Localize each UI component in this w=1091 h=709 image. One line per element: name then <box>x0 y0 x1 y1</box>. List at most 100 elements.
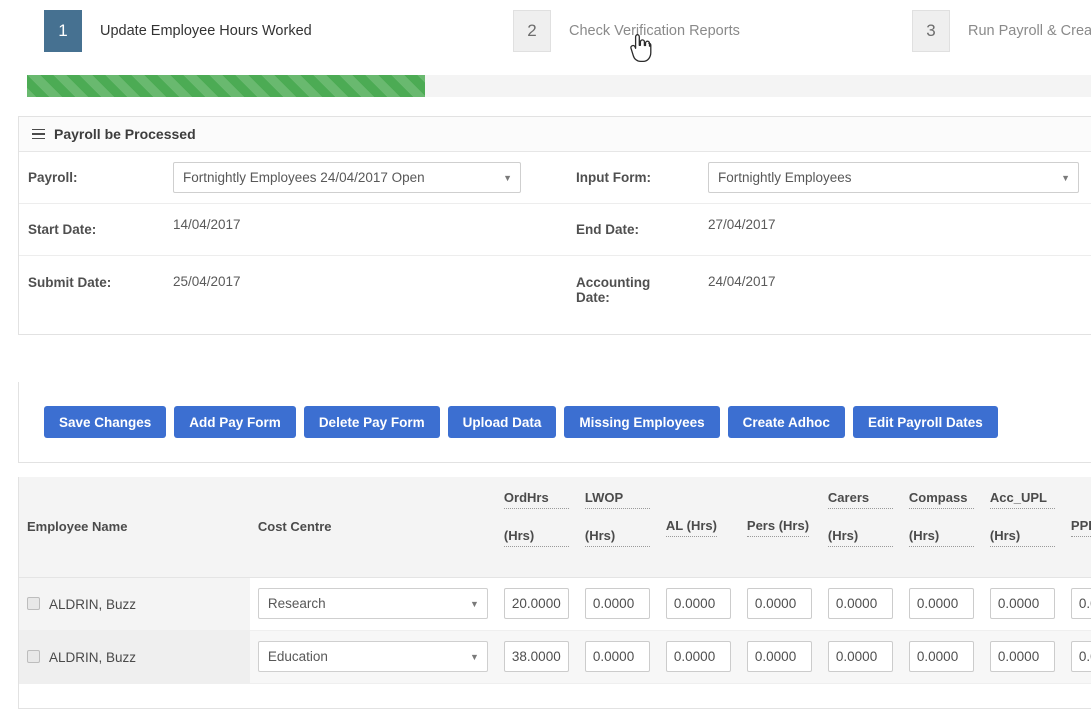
wizard-step-1-label[interactable]: Update Employee Hours Worked <box>100 23 312 39</box>
column-header-pers-label: Pers (Hrs) <box>746 517 810 537</box>
column-header-ordhrs: OrdHrs (Hrs) <box>495 477 577 578</box>
wizard-step-1-number: 1 <box>44 10 82 52</box>
al-input[interactable] <box>665 641 731 672</box>
page-title: Payroll be Processed <box>54 126 196 142</box>
al-cell <box>657 577 739 631</box>
employee-hours-table: Employee Name Cost Centre OrdHrs (Hrs) L… <box>19 477 1091 684</box>
ppl-input[interactable] <box>1070 641 1091 672</box>
acc-upl-input[interactable] <box>989 588 1055 619</box>
column-header-lwop-label: LWOP <box>584 489 650 509</box>
ppl-cell <box>1062 577 1091 631</box>
payroll-select[interactable]: Fortnightly Employees 24/04/2017 Open ▼ <box>173 162 521 193</box>
column-header-al-label: AL (Hrs) <box>665 517 717 537</box>
start-date-label: Start Date: <box>28 222 97 237</box>
al-input[interactable] <box>665 588 731 619</box>
cost-centre-select-value: Research <box>267 596 326 611</box>
delete-pay-form-button[interactable]: Delete Pay Form <box>303 406 440 438</box>
column-header-acc-upl: Acc_UPL (Hrs) <box>981 477 1063 578</box>
cost-centre-select[interactable]: Education ▼ <box>257 641 488 672</box>
missing-employees-button[interactable]: Missing Employees <box>564 406 720 438</box>
acc-upl-cell <box>981 630 1063 684</box>
column-header-ordhrs-label: OrdHrs <box>503 489 569 509</box>
wizard-step-2-number: 2 <box>513 10 551 52</box>
wizard-step-3[interactable]: 3 Run Payroll & Create <box>912 10 1091 52</box>
lwop-input[interactable] <box>584 588 650 619</box>
carers-input[interactable] <box>827 641 893 672</box>
pers-input[interactable] <box>746 641 812 672</box>
column-header-compass: Compass (Hrs) <box>900 477 982 578</box>
column-header-al: AL (Hrs) <box>657 477 739 578</box>
wizard-step-2[interactable]: 2 Check Verification Reports <box>513 10 740 52</box>
cost-centre-select-value: Education <box>267 649 328 664</box>
hamburger-icon <box>32 128 45 140</box>
chevron-down-icon: ▼ <box>469 598 479 609</box>
column-header-acc-upl-unit: (Hrs) <box>989 527 1055 547</box>
lwop-input[interactable] <box>584 641 650 672</box>
accounting-date-value: 24/04/2017 <box>708 274 776 289</box>
save-changes-button[interactable]: Save Changes <box>44 406 167 438</box>
carers-cell <box>819 577 901 631</box>
lwop-cell <box>576 630 658 684</box>
form-row-dates-2: Submit Date: 25/04/2017 Accounting Date:… <box>19 256 1091 334</box>
column-header-lwop-unit: (Hrs) <box>584 527 650 547</box>
carers-cell <box>819 630 901 684</box>
table-header: Employee Name Cost Centre OrdHrs (Hrs) L… <box>19 477 1091 578</box>
compass-input[interactable] <box>908 588 974 619</box>
wizard-steps: 1 Update Employee Hours Worked 2 Check V… <box>0 0 1091 62</box>
employee-name-cell: ALDRIN, Buzz <box>19 630 250 684</box>
pers-input[interactable] <box>746 588 812 619</box>
compass-cell <box>900 630 982 684</box>
input-form-select[interactable]: Fortnightly Employees ▼ <box>708 162 1079 193</box>
wizard-step-2-label[interactable]: Check Verification Reports <box>569 23 740 39</box>
compass-input[interactable] <box>908 641 974 672</box>
acc-upl-input[interactable] <box>989 641 1055 672</box>
cost-centre-cell: Education ▼ <box>249 630 496 684</box>
submit-date-label-cell: Submit Date: <box>19 256 164 334</box>
row-select-checkbox[interactable] <box>27 650 40 664</box>
wizard-step-1[interactable]: 1 Update Employee Hours Worked <box>44 10 312 52</box>
column-header-cost-centre-label: Cost Centre <box>257 519 332 535</box>
action-toolbar: Save Changes Add Pay Form Delete Pay For… <box>18 382 1091 463</box>
acc-upl-cell <box>981 577 1063 631</box>
ordhrs-input[interactable] <box>503 641 569 672</box>
ordhrs-cell <box>495 630 577 684</box>
start-date-value: 14/04/2017 <box>173 217 241 232</box>
end-date-value-cell: 27/04/2017 <box>699 204 1079 255</box>
end-date-label: End Date: <box>576 222 640 237</box>
start-date-value-cell: 14/04/2017 <box>164 204 554 255</box>
carers-input[interactable] <box>827 588 893 619</box>
column-header-compass-label: Compass <box>908 489 974 509</box>
payroll-label: Payroll: <box>28 170 78 185</box>
chevron-down-icon: ▼ <box>503 172 512 183</box>
ppl-cell <box>1062 630 1091 684</box>
progress-bar-fill <box>27 75 425 97</box>
submit-date-value-cell: 25/04/2017 <box>164 256 554 334</box>
input-form-select-cell: Fortnightly Employees ▼ <box>699 152 1079 203</box>
accounting-date-label-cell: Accounting Date: <box>554 256 654 334</box>
create-adhoc-button[interactable]: Create Adhoc <box>727 406 845 438</box>
payroll-panel-header: Payroll be Processed <box>19 117 1091 152</box>
wizard-step-3-label[interactable]: Run Payroll & Create <box>968 23 1091 39</box>
upload-data-button[interactable]: Upload Data <box>447 406 557 438</box>
start-date-label-cell: Start Date: <box>19 204 164 255</box>
pers-cell <box>738 577 820 631</box>
payroll-panel-body: Payroll: Fortnightly Employees 24/04/201… <box>19 152 1091 334</box>
table-body: ALDRIN, Buzz Research ▼ 20.0000 0.0000 0… <box>19 577 1091 684</box>
al-cell <box>657 630 739 684</box>
ordhrs-cell <box>495 577 577 631</box>
ordhrs-input[interactable] <box>503 588 569 619</box>
column-header-compass-unit: (Hrs) <box>908 527 974 547</box>
input-form-select-value: Fortnightly Employees <box>718 170 852 185</box>
accounting-date-value-cell: 24/04/2017 <box>654 256 1034 334</box>
row-select-checkbox[interactable] <box>27 597 40 611</box>
column-header-carers-label: Carers <box>827 489 893 509</box>
ppl-input[interactable] <box>1070 588 1091 619</box>
input-form-label-cell: Input Form: <box>554 152 699 203</box>
column-header-ppl: PPL $ <box>1062 477 1091 578</box>
column-header-employee-name: Employee Name <box>19 477 250 578</box>
cost-centre-select[interactable]: Research ▼ <box>257 588 488 619</box>
accounting-date-label: Accounting Date: <box>576 275 651 305</box>
add-pay-form-button[interactable]: Add Pay Form <box>174 406 296 438</box>
edit-payroll-dates-button[interactable]: Edit Payroll Dates <box>852 406 998 438</box>
column-header-cost-centre: Cost Centre <box>249 477 496 578</box>
